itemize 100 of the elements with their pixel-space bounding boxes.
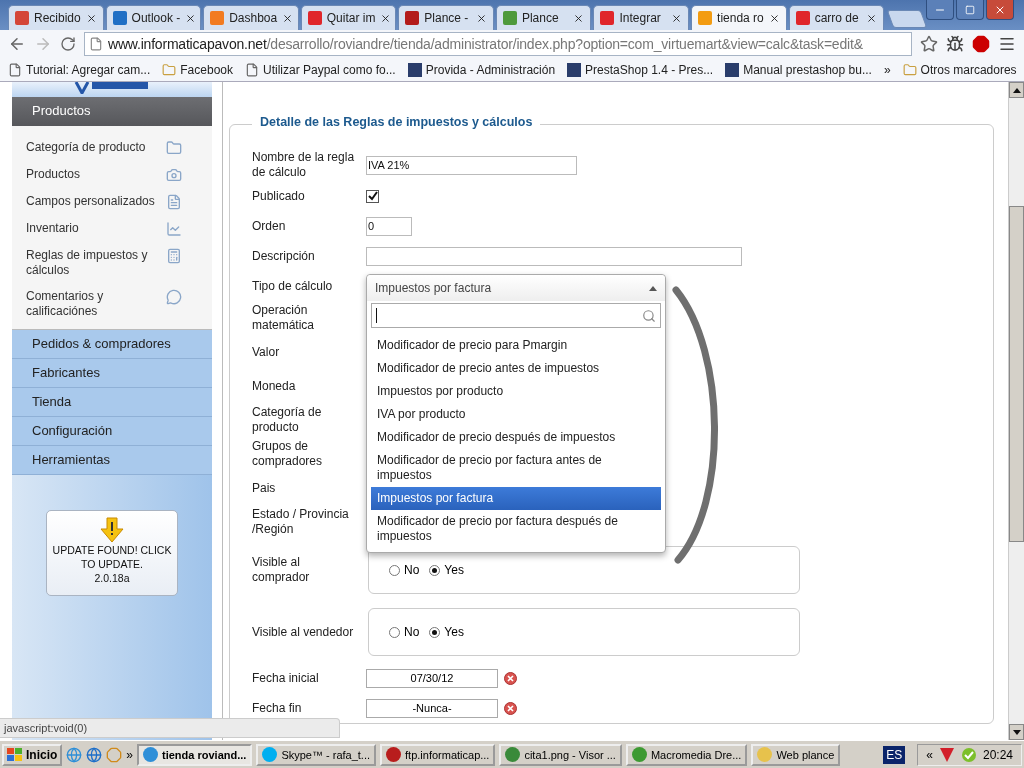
stop-icon[interactable]	[972, 35, 990, 53]
sidebar-section[interactable]: Fabricantes	[12, 359, 212, 388]
date-field[interactable]: -Nunca-	[366, 698, 498, 718]
select-field[interactable]: Impuestos por factura	[367, 275, 665, 301]
taskbar-button[interactable]: cita1.png - Visor ...	[499, 743, 622, 766]
dropdown-option[interactable]: Modificador de precio antes de impuestos	[371, 357, 661, 380]
bookmark[interactable]: Facebook	[162, 62, 233, 77]
start-button[interactable]: Inicio	[2, 743, 63, 766]
bookmark[interactable]: Manual prestashop bu...	[725, 62, 872, 77]
menu-icon[interactable]	[998, 35, 1016, 53]
update-button[interactable]: UPDATE FOUND! CLICK TO UPDATE. 2.0.18a	[46, 510, 178, 596]
up-arrow-icon[interactable]	[1012, 87, 1021, 93]
browser-tab[interactable]: tienda ro	[691, 5, 787, 30]
browser-tab[interactable]: Outlook -	[105, 5, 202, 30]
site-icon	[725, 62, 740, 77]
address-bar[interactable]: www.informaticapavon.net/desarrollo/roviandre/tienda/administrator/index.php?option=com_virtuemart&view=calc&task=edit&	[84, 32, 912, 56]
close-icon[interactable]	[185, 12, 197, 24]
field-label: Publicado	[252, 188, 306, 204]
close-icon[interactable]	[768, 12, 780, 24]
taskbar-button[interactable]: ftp.informaticap...	[380, 743, 496, 766]
language-indicator[interactable]: ES	[883, 745, 906, 764]
close-icon[interactable]	[866, 12, 878, 24]
sidebar-item[interactable]: Reglas de impuestos y cálculos	[26, 248, 212, 278]
sidebar-header[interactable]: Productos	[12, 97, 212, 126]
field-label: Fecha fin	[252, 700, 303, 716]
bookmark[interactable]: Provida - Administración	[407, 62, 556, 77]
close-icon[interactable]	[671, 12, 683, 24]
radio-label: Yes	[444, 563, 464, 577]
bookmark-folder[interactable]: Otros marcadores	[902, 62, 1017, 77]
star-icon[interactable]	[920, 35, 938, 53]
browser-tab[interactable]: Plance	[495, 5, 592, 30]
field-label: Grupos de compradores	[252, 439, 324, 469]
status-text: javascript:void(0)	[0, 718, 340, 738]
sidebar-section[interactable]: Configuración	[12, 417, 212, 446]
date-field[interactable]: 07/30/12	[366, 668, 498, 688]
sidebar-item[interactable]: Categoría de producto	[26, 140, 212, 156]
close-icon[interactable]	[380, 12, 392, 24]
field-label: Moneda	[252, 378, 297, 394]
radio-button[interactable]	[389, 564, 400, 576]
more-button[interactable]: »	[126, 747, 134, 762]
close-icon[interactable]	[85, 12, 97, 24]
text-field[interactable]: IVA 21%	[366, 155, 577, 175]
taskbar-button[interactable]: tienda roviand...	[137, 743, 253, 766]
more-bookmarks[interactable]: »	[883, 62, 891, 77]
browser-tab[interactable]: Dashboa	[203, 5, 299, 30]
radio-button[interactable]	[389, 626, 400, 638]
taskbar-button[interactable]: Macromedia Dre...	[625, 743, 748, 766]
sidebar-section[interactable]: Herramientas	[12, 446, 212, 475]
page-icon	[8, 62, 22, 77]
scrollbar[interactable]	[1008, 82, 1024, 740]
maximize-icon	[965, 4, 976, 15]
browser-tab[interactable]: carro de	[788, 5, 885, 30]
new-tab-button[interactable]	[886, 10, 928, 28]
bookmark[interactable]: PrestaShop 1.4 - Pres...	[567, 62, 714, 77]
dropdown-option[interactable]: Modificador de precio para Pmargin	[371, 334, 661, 357]
clear-icon[interactable]	[504, 671, 517, 685]
tray-expand[interactable]: «	[926, 747, 933, 762]
bookmark[interactable]: Utilizar Paypal como fo...	[245, 62, 396, 77]
checkbox[interactable]	[366, 189, 379, 203]
bookmark[interactable]: Tutorial: Agregar cam...	[8, 62, 151, 77]
bug-icon[interactable]	[946, 35, 964, 53]
close-icon[interactable]	[282, 12, 294, 24]
radio-button[interactable]	[429, 626, 441, 638]
browser-tab[interactable]: Plance -	[398, 5, 494, 30]
sidebar-item[interactable]: Campos personalizados	[26, 194, 212, 210]
chart-icon	[166, 221, 182, 237]
browser-tab[interactable]: Integrar	[593, 5, 690, 30]
browser-tab[interactable]: Quitar im	[300, 5, 397, 30]
site-icon	[407, 62, 422, 77]
down-arrow-icon[interactable]	[1012, 729, 1021, 735]
minimize-button[interactable]	[926, 0, 955, 20]
sidebar-section[interactable]: Pedidos & compradores	[12, 330, 212, 359]
close-icon[interactable]	[573, 12, 585, 24]
radio-button[interactable]	[429, 564, 441, 576]
sidebar-item[interactable]: Comentarios y calificaciónes	[26, 289, 212, 319]
dropdown-option[interactable]: Modificador de precio por factura después de impuestos	[371, 510, 661, 548]
globe-icon[interactable]	[86, 746, 103, 763]
maximize-button[interactable]	[956, 0, 985, 20]
back-icon[interactable]	[8, 35, 26, 53]
clock: 20:24	[982, 747, 1013, 762]
field-label: Nombre de la regla de cálculo	[252, 150, 356, 180]
taskbar-button[interactable]: Web plance	[751, 743, 841, 766]
sidebar-item[interactable]: Inventario	[26, 221, 212, 237]
dropdown-option[interactable]: Impuestos por producto	[371, 380, 661, 403]
text-field[interactable]: 0	[366, 216, 412, 236]
dropdown-option[interactable]: Impuestos por factura	[371, 487, 661, 510]
sidebar-item[interactable]: Productos	[26, 167, 212, 183]
dropdown-option[interactable]: Modificador de precio por factura antes de impuestos	[371, 449, 661, 487]
sidebar-section[interactable]: Tienda	[12, 388, 212, 417]
reload-icon[interactable]	[60, 36, 76, 52]
check-icon[interactable]	[960, 746, 977, 763]
close-icon[interactable]	[475, 12, 487, 24]
taskbar-button[interactable]: Skype™ - rafa_t...	[256, 743, 377, 766]
browser-tab[interactable]: Recibido	[8, 5, 104, 30]
clear-icon[interactable]	[504, 701, 517, 715]
text-field[interactable]	[366, 246, 742, 266]
dropdown-option[interactable]: Modificador de precio después de impuestos	[371, 426, 661, 449]
dropdown-option[interactable]: IVA por producto	[371, 403, 661, 426]
close-window-button[interactable]	[986, 0, 1015, 20]
search-field[interactable]	[371, 303, 661, 328]
